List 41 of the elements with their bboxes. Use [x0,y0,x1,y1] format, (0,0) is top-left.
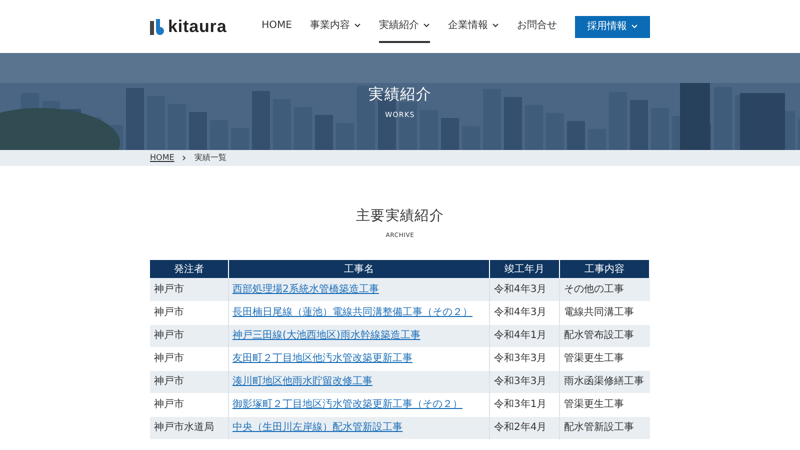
nav-link[interactable]: 実績紹介 [379,10,430,43]
table-cell: 配水管新設工事 [560,416,650,439]
table-cell: 神戸市 [150,324,228,347]
table-cell: 管渠更生工事 [560,347,650,370]
project-link[interactable]: 神戸三田線(大池西地区)雨水幹線築造工事 [232,330,420,341]
table-cell: 神戸市 [150,347,228,370]
project-link[interactable]: 湊川町地区他雨水貯留改修工事 [232,376,372,387]
table-cell: その他の工事 [560,278,650,301]
table-cell: 神戸市 [150,393,228,416]
breadcrumb-current: 実績一覧 [194,152,226,164]
breadcrumb-link[interactable]: HOME [150,152,174,164]
recruit-button[interactable]: 採用情報 [575,16,650,38]
table-cell: 神戸市水道局 [150,416,228,439]
table-cell: 電線共同溝工事 [560,301,650,324]
table-cell: 令和3年3月 [490,370,560,393]
project-link[interactable]: 長田楠日尾線（蓮池）電線共同溝整備工事（その２） [232,307,472,318]
table-cell: 神戸市 [150,370,228,393]
nav-link[interactable]: HOME [262,10,292,43]
project-link[interactable]: 御影塚町２丁目地区汚水管改築更新工事（その２） [232,399,462,410]
table-cell: 雨水函渠修繕工事 [560,370,650,393]
hero-title: 実績紹介 [368,84,432,105]
nav-link[interactable]: 企業情報 [448,10,499,43]
nav-link[interactable]: お問合せ [517,10,557,43]
section-title: 主要実績紹介 [356,207,444,226]
table-cell: 令和4年1月 [490,324,560,347]
logo-text[interactable]: kitaura [168,14,227,40]
table-cell: 神戸市 [150,301,228,324]
table-cell: 令和4年3月 [490,301,560,324]
table-cell: 神戸市 [150,278,228,301]
table-cell: 令和4年3月 [490,278,560,301]
chevron-icon [182,155,186,161]
table-cell: 令和3年1月 [490,393,560,416]
table-cell: 配水管布設工事 [560,324,650,347]
table-cell: 令和3年3月 [490,347,560,370]
project-link[interactable]: 中央（生田川左岸線）配水管新設工事 [232,422,402,433]
table-cell: 令和2年4月 [490,416,560,439]
table-cell: 管渠更生工事 [560,393,650,416]
project-link[interactable]: 友田町２丁目地区他汚水管改築更新工事 [232,353,412,364]
nav-link[interactable]: 事業内容 [310,10,361,43]
project-link[interactable]: 西部処理場2系統水管橋築造工事 [232,284,379,295]
logo-icon [150,18,164,34]
